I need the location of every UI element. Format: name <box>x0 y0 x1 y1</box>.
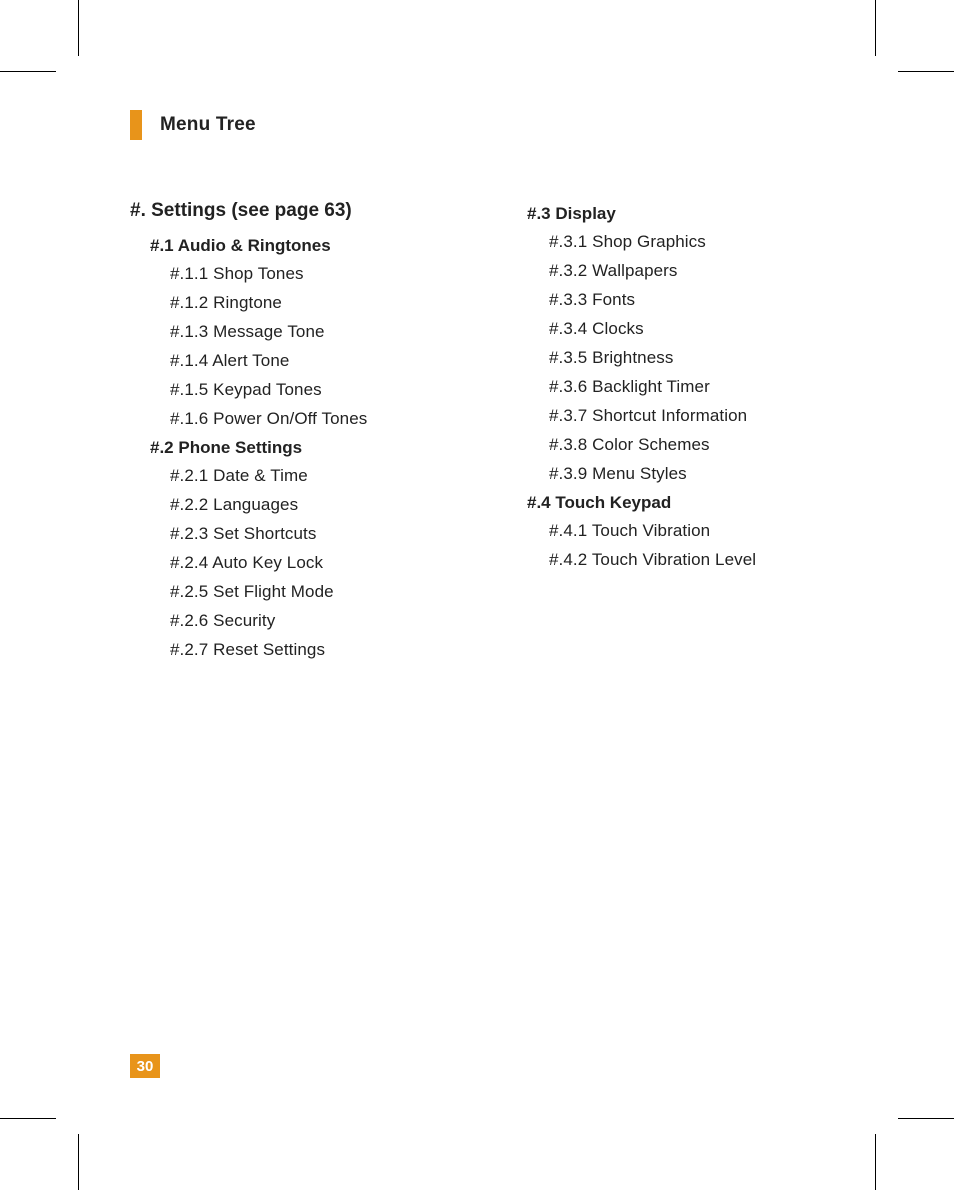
subsection-heading-display: #.3 Display <box>527 204 854 224</box>
menu-item: #.3.4 Clocks <box>549 319 854 339</box>
menu-item: #.2.2 Languages <box>170 495 457 515</box>
crop-mark <box>898 71 954 72</box>
menu-item: #.3.8 Color Schemes <box>549 435 854 455</box>
menu-item: #.3.9 Menu Styles <box>549 464 854 484</box>
menu-item: #.3.7 Shortcut Information <box>549 406 854 426</box>
crop-mark <box>78 0 79 56</box>
menu-item: #.3.6 Backlight Timer <box>549 377 854 397</box>
left-column: #. Settings (see page 63) #.1 Audio & Ri… <box>130 200 457 669</box>
crop-mark <box>0 1118 56 1119</box>
page-content: Menu Tree #. Settings (see page 63) #.1 … <box>130 110 854 669</box>
menu-item: #.1.5 Keypad Tones <box>170 380 457 400</box>
content-columns: #. Settings (see page 63) #.1 Audio & Ri… <box>130 200 854 669</box>
section-heading-settings: #. Settings (see page 63) <box>130 200 457 222</box>
menu-item: #.4.1 Touch Vibration <box>549 521 854 541</box>
header-accent-block <box>130 110 142 140</box>
menu-item: #.2.4 Auto Key Lock <box>170 553 457 573</box>
crop-mark <box>0 71 56 72</box>
right-column: #.3 Display #.3.1 Shop Graphics #.3.2 Wa… <box>527 200 854 669</box>
menu-item: #.3.1 Shop Graphics <box>549 232 854 252</box>
crop-mark <box>78 1134 79 1190</box>
menu-item: #.2.1 Date & Time <box>170 466 457 486</box>
menu-item: #.2.5 Set Flight Mode <box>170 582 457 602</box>
menu-item: #.2.3 Set Shortcuts <box>170 524 457 544</box>
menu-item: #.1.3 Message Tone <box>170 322 457 342</box>
menu-item: #.2.7 Reset Settings <box>170 640 457 660</box>
menu-item: #.3.3 Fonts <box>549 290 854 310</box>
subsection-heading-audio: #.1 Audio & Ringtones <box>150 236 457 256</box>
menu-item: #.1.1 Shop Tones <box>170 264 457 284</box>
page-number: 30 <box>130 1054 160 1078</box>
menu-item: #.1.6 Power On/Off Tones <box>170 409 457 429</box>
crop-mark <box>875 0 876 56</box>
crop-mark <box>875 1134 876 1190</box>
crop-mark <box>898 1118 954 1119</box>
subsection-heading-phone: #.2 Phone Settings <box>150 438 457 458</box>
subsection-heading-touch: #.4 Touch Keypad <box>527 493 854 513</box>
menu-item: #.4.2 Touch Vibration Level <box>549 550 854 570</box>
menu-item: #.1.2 Ringtone <box>170 293 457 313</box>
page-header: Menu Tree <box>130 110 854 140</box>
page-title: Menu Tree <box>160 114 256 136</box>
menu-item: #.1.4 Alert Tone <box>170 351 457 371</box>
menu-item: #.3.5 Brightness <box>549 348 854 368</box>
menu-item: #.3.2 Wallpapers <box>549 261 854 281</box>
menu-item: #.2.6 Security <box>170 611 457 631</box>
